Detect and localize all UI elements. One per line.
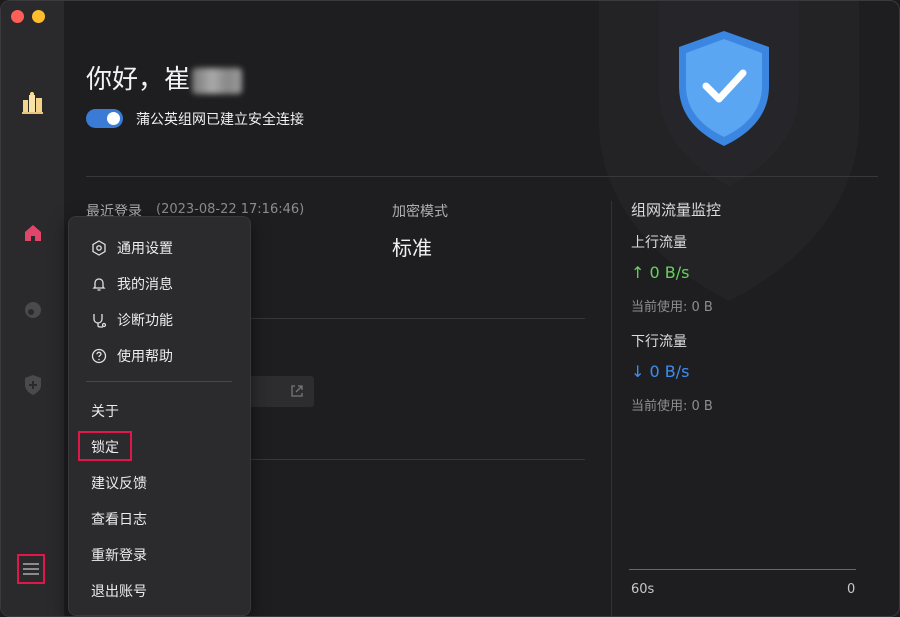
header-divider [86, 176, 878, 177]
upload-label: 上行流量 [631, 235, 687, 251]
download-label: 下行流量 [631, 334, 687, 350]
help-icon [91, 348, 107, 364]
menu-item-feedback[interactable]: 建议反馈 [91, 473, 147, 493]
external-link-icon [291, 385, 303, 397]
menu-item-label: 使用帮助 [117, 349, 173, 365]
menu-item-label: 通用设置 [117, 241, 173, 257]
traffic-chart-baseline [629, 569, 856, 570]
menu-item-label: 我的消息 [117, 277, 173, 293]
section-divider-2 [249, 459, 585, 460]
chart-left-label: 60s [631, 582, 655, 597]
external-link-box[interactable] [244, 376, 314, 407]
network-icon[interactable] [19, 296, 47, 324]
sidebar [1, 1, 64, 616]
menu-item-logout[interactable]: 退出账号 [91, 581, 147, 601]
greeting-text: 你好，崔 [86, 65, 191, 95]
menu-item-about[interactable]: 关于 [91, 401, 119, 421]
app-window: 你好，崔 蒲公英组网已建立安全连接 最近登录 (2023-08-22 17:16… [0, 0, 900, 617]
blurred-name [192, 67, 243, 94]
menu-item-label: 诊断功能 [117, 313, 173, 329]
home-icon[interactable] [19, 219, 47, 247]
menu-item-settings[interactable]: 通用设置 [91, 238, 173, 258]
chart-right-label: 0 [847, 582, 856, 597]
menu-icon [23, 563, 39, 575]
download-rate: ↓ 0 B/s [631, 362, 690, 381]
encryption-label: 加密模式 [392, 204, 448, 220]
connection-status: 蒲公英组网已建立安全连接 [136, 112, 304, 128]
greeting-title: 你好，崔 [86, 59, 243, 96]
minimize-window-button[interactable] [32, 10, 45, 23]
connection-toggle[interactable] [86, 109, 123, 128]
settings-icon [91, 240, 107, 256]
menu-item-messages[interactable]: 我的消息 [91, 274, 173, 294]
menu-item-relogin[interactable]: 重新登录 [91, 545, 147, 565]
last-login-time: (2023-08-22 17:16:46) [156, 202, 305, 217]
upload-rate: ↑ 0 B/s [631, 263, 690, 282]
download-used: 当前使用: 0 B [631, 399, 713, 414]
encryption-value: 标准 [392, 236, 432, 260]
menu-button[interactable] [17, 554, 45, 584]
logo-icon [19, 89, 47, 117]
traffic-divider [611, 201, 612, 616]
menu-item-diagnostics[interactable]: 诊断功能 [91, 310, 173, 330]
main-menu-popup: 通用设置 我的消息 诊断功能 使用帮助 关于 锁定 建议反馈 查看日志 重新登录… [68, 216, 251, 616]
toggle-knob [107, 112, 120, 125]
stethoscope-icon [91, 312, 107, 328]
close-window-button[interactable] [11, 10, 24, 23]
section-divider-1 [249, 318, 585, 319]
traffic-title: 组网流量监控 [631, 201, 722, 219]
bell-icon [91, 276, 107, 292]
upload-used: 当前使用: 0 B [631, 300, 713, 315]
shield-plus-icon[interactable] [19, 371, 47, 399]
menu-item-view-logs[interactable]: 查看日志 [91, 509, 147, 529]
shield-illustration [559, 1, 899, 301]
menu-separator [86, 381, 232, 382]
menu-item-lock[interactable]: 锁定 [91, 437, 119, 457]
menu-item-help[interactable]: 使用帮助 [91, 346, 173, 366]
